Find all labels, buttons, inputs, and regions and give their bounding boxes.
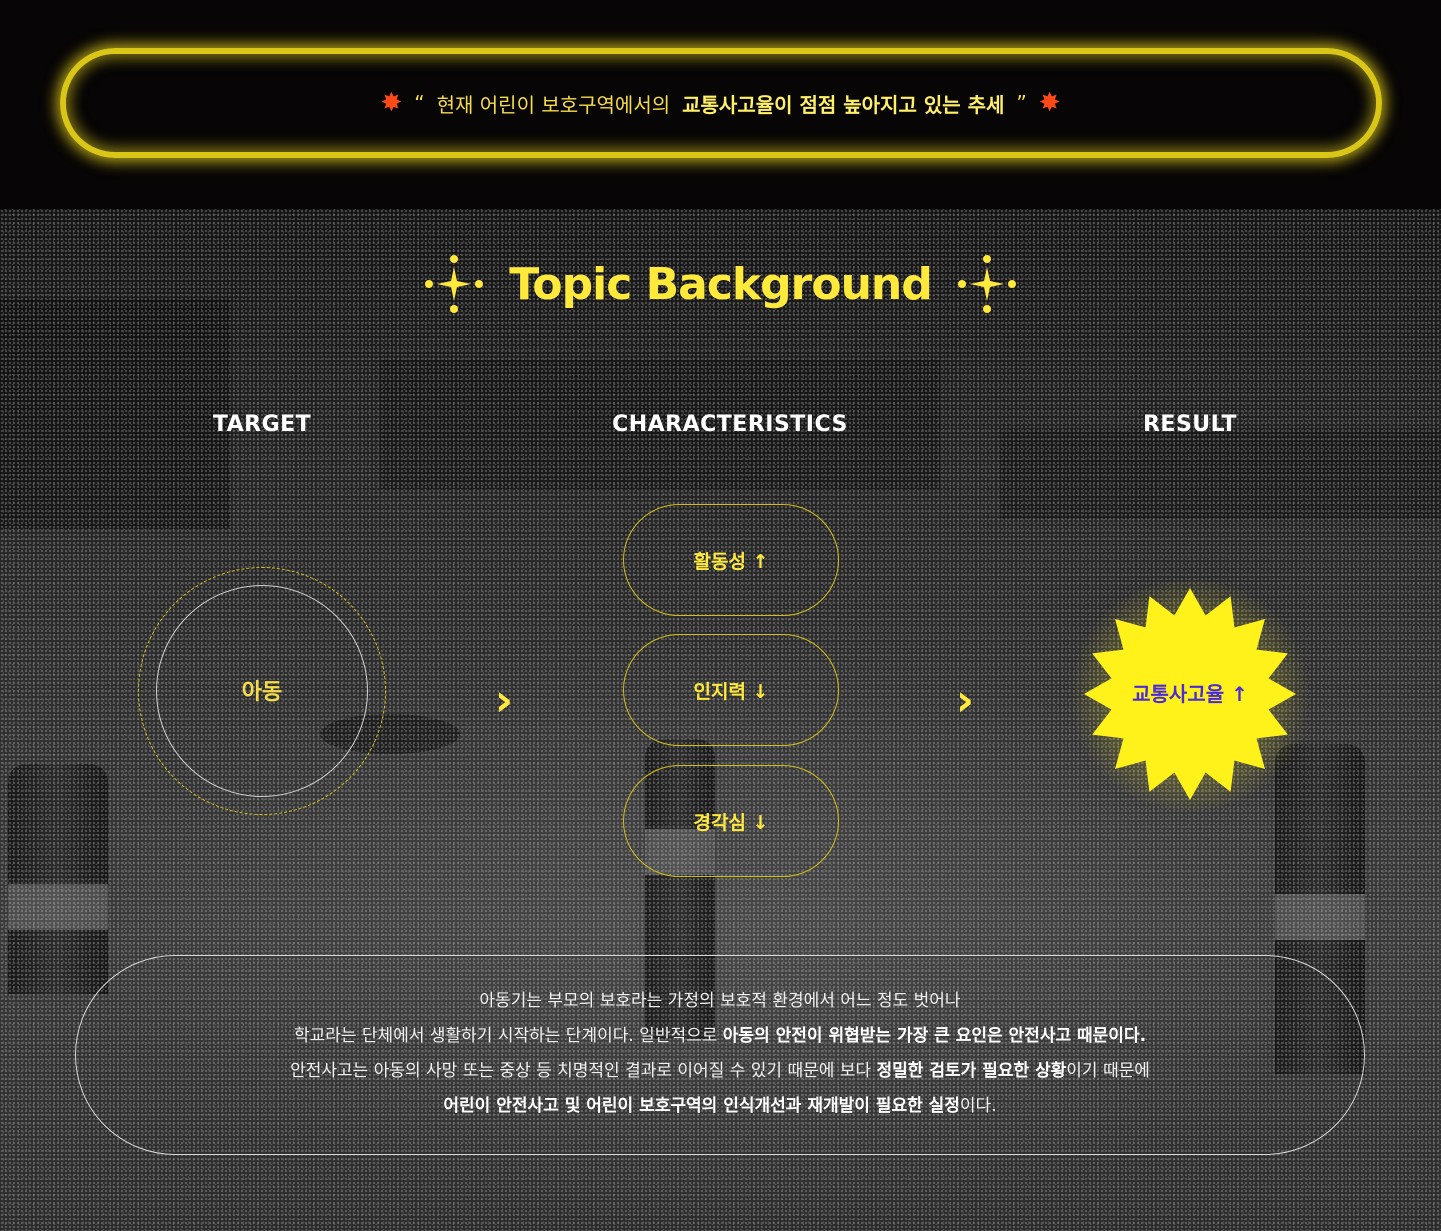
banner-text-plain: 현재 어린이 보호구역에서의	[436, 92, 671, 117]
chevron-right-icon: ›	[494, 675, 514, 726]
description-text: 이기 때문에	[1066, 1061, 1150, 1081]
sparkle-icon	[425, 255, 484, 313]
top-banner: ✸ “ 현재 어린이 보호구역에서의 교통사고율이 점점 높아지고 있는 추세 …	[0, 0, 1441, 209]
characteristic-pill-cognition: 인지력 ↓	[623, 634, 839, 746]
characteristic-pill-activity: 활동성 ↑	[623, 504, 839, 616]
characteristic-pill-alertness: 경각심 ↓	[623, 765, 839, 877]
description-highlight: 어린이 안전사고 및 어린이 보호구역의 인식개선과 재개발이 필요한 실정	[443, 1096, 960, 1116]
description-line-2: 학교라는 단체에서 생활하기 시작하는 단계이다. 일반적으로 아동의 안전이 …	[75, 1021, 1365, 1047]
description-box	[75, 955, 1365, 1155]
target-label: 아동	[241, 680, 283, 705]
target-heading: TARGET	[212, 412, 312, 437]
description-line-3: 안전사고는 아동의 사망 또는 중상 등 치명적인 결과로 이어질 수 있기 때…	[75, 1056, 1365, 1082]
banner-text-bold: 교통사고율이 점점 높아지고 있는 추세	[682, 92, 1005, 117]
starburst-icon: ✸	[380, 88, 403, 118]
section-title: Topic Background	[0, 255, 1441, 313]
chevron-right-icon: ›	[955, 675, 975, 726]
description-text: 아동기는 부모의 보호라는 가정의 보호적 환경에서 어느 정도 벗어나	[479, 991, 961, 1011]
description-highlight: 아동의 안전이 위협받는 가장 큰 요인은 안전사고 때문이다.	[722, 1026, 1147, 1046]
banner-quote-close: ”	[1016, 91, 1027, 115]
description-text: 이다.	[959, 1096, 997, 1116]
banner-quote-open: “	[414, 91, 425, 115]
description-line-1: 아동기는 부모의 보호라는 가정의 보호적 환경에서 어느 정도 벗어나	[75, 986, 1365, 1012]
sparkle-icon	[957, 255, 1016, 313]
description-highlight: 정밀한 검토가 필요한 상황	[876, 1061, 1067, 1081]
result-label: 교통사고율 ↑	[1132, 682, 1248, 706]
description-text: 안전사고는 아동의 사망 또는 중상 등 치명적인 결과로 이어질 수 있기 때…	[290, 1061, 872, 1081]
banner-message: ✸ “ 현재 어린이 보호구역에서의 교통사고율이 점점 높아지고 있는 추세 …	[0, 88, 1441, 118]
description-text: 학교라는 단체에서 생활하기 시작하는 단계이다. 일반적으로	[293, 1026, 718, 1046]
starburst-icon: ✸	[1038, 88, 1061, 118]
characteristics-heading: CHARACTERISTICS	[612, 412, 848, 437]
description-line-4: 어린이 안전사고 및 어린이 보호구역의 인식개선과 재개발이 필요한 실정이다…	[75, 1091, 1365, 1117]
page-title: Topic Background	[509, 258, 933, 310]
result-heading: RESULT	[1142, 412, 1238, 437]
